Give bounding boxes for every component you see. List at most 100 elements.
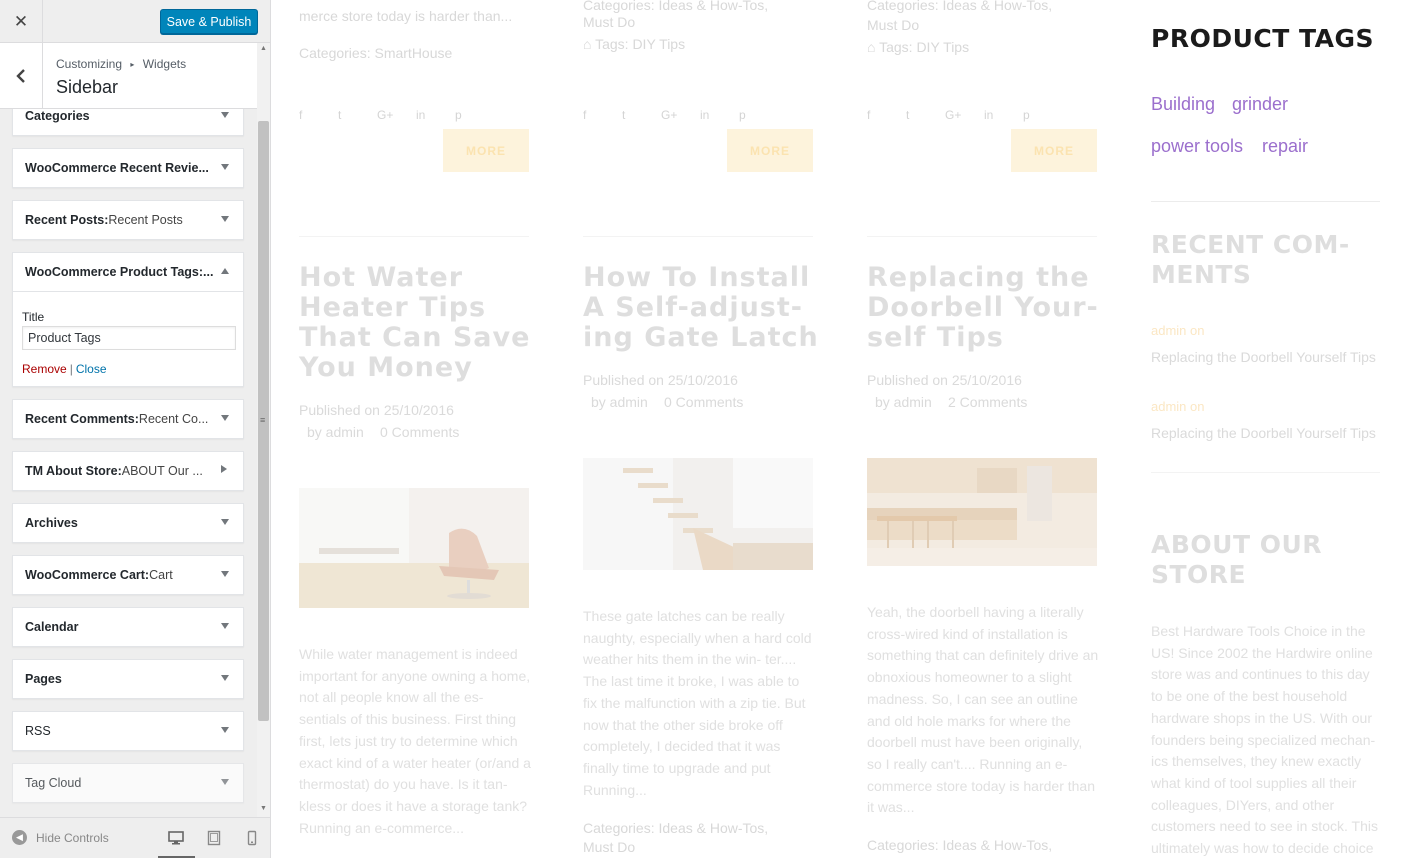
tag-grinder[interactable]: grinder: [1232, 94, 1288, 115]
post-comments[interactable]: 0 Comments: [664, 391, 743, 413]
post-comments[interactable]: 2 Comments: [948, 391, 1027, 413]
widget-header[interactable]: Tag Cloud: [13, 764, 243, 802]
widget-header[interactable]: WooCommerce Recent Revie...: [13, 149, 243, 187]
widget-archives[interactable]: Archives: [12, 503, 244, 543]
widget-header[interactable]: WooCommerce Cart: Cart: [13, 556, 243, 594]
tablet-icon[interactable]: [206, 830, 222, 846]
facebook-icon[interactable]: f: [583, 108, 622, 122]
widget-header[interactable]: RSS: [13, 712, 243, 750]
widget-rss[interactable]: RSS: [12, 711, 244, 751]
post-image-armchair[interactable]: [299, 488, 529, 608]
comment-post-link[interactable]: Replacing the Doorbell Yourself Tips: [1151, 349, 1376, 365]
more-button[interactable]: MORE: [443, 129, 529, 172]
chevron-down-icon[interactable]: [221, 623, 229, 629]
chevron-down-icon[interactable]: [221, 571, 229, 577]
facebook-icon[interactable]: f: [867, 108, 906, 122]
save-publish-button[interactable]: Save & Publish: [160, 9, 258, 34]
pinterest-icon[interactable]: p: [455, 108, 494, 122]
widget-recent-posts[interactable]: Recent Posts: Recent Posts: [12, 200, 244, 240]
widget-name: Recent Posts:: [25, 213, 109, 227]
back-icon[interactable]: [0, 43, 43, 109]
pinterest-icon[interactable]: p: [1023, 108, 1062, 122]
widget-header[interactable]: Archives: [13, 504, 243, 542]
tag-power-tools[interactable]: power tools: [1151, 136, 1243, 157]
post-categories-2[interactable]: Must Do: [583, 836, 635, 858]
chevron-down-icon[interactable]: [221, 164, 229, 170]
remove-link[interactable]: Remove: [22, 362, 67, 376]
chevron-up-icon[interactable]: [221, 268, 229, 274]
chevron-down-icon[interactable]: [221, 112, 229, 118]
chevron-down-icon[interactable]: [221, 519, 229, 525]
post-title[interactable]: How To Install A Self-adjust- ing Gate L…: [583, 263, 823, 353]
widget-categories[interactable]: Categories: [12, 109, 244, 136]
comment-author[interactable]: admin on: [1151, 399, 1204, 414]
twitter-icon[interactable]: t: [338, 108, 377, 122]
widget-calendar[interactable]: Calendar: [12, 607, 244, 647]
post-categories[interactable]: Categories: SmartHouse: [299, 42, 452, 64]
breadcrumb-separator: ▸: [130, 60, 135, 69]
resize-grip-icon[interactable]: ≡: [260, 415, 265, 425]
widget-woo-product-tags[interactable]: WooCommerce Product Tags:... Title Remov…: [12, 252, 244, 387]
post-excerpt: These gate latches can be really naughty…: [583, 608, 812, 798]
chevron-down-icon[interactable]: [221, 216, 229, 222]
title-field[interactable]: [22, 326, 236, 350]
widget-woo-recent-reviews[interactable]: WooCommerce Recent Revie...: [12, 148, 244, 188]
comment-post-link[interactable]: Replacing the Doorbell Yourself Tips: [1151, 425, 1376, 441]
widget-woo-cart[interactable]: WooCommerce Cart: Cart: [12, 555, 244, 595]
close-link[interactable]: Close: [76, 362, 107, 376]
widget-header[interactable]: TM About Store: ABOUT Our ...: [13, 452, 243, 490]
post-image-kitchen[interactable]: [867, 458, 1097, 566]
widget-header[interactable]: WooCommerce Product Tags:...: [13, 253, 243, 291]
mobile-icon[interactable]: [244, 830, 260, 846]
facebook-icon[interactable]: f: [299, 108, 338, 122]
widget-header[interactable]: Pages: [13, 660, 243, 698]
about-store-text: Best Hardware Tools Choice in the US! Si…: [1151, 623, 1378, 857]
widget-header[interactable]: Calendar: [13, 608, 243, 646]
post-tags[interactable]: ⌂ Tags: DIY Tips: [867, 36, 969, 58]
post-comments[interactable]: 0 Comments: [380, 421, 459, 443]
twitter-icon[interactable]: t: [622, 108, 661, 122]
more-button[interactable]: MORE: [1011, 129, 1097, 172]
desktop-icon[interactable]: [168, 830, 184, 846]
pinterest-icon[interactable]: p: [739, 108, 778, 122]
chevron-down-icon[interactable]: [221, 415, 229, 421]
divider: [583, 236, 813, 237]
tag-repair[interactable]: repair: [1262, 136, 1308, 157]
post-image-stairs[interactable]: [583, 458, 813, 570]
more-button[interactable]: MORE: [727, 129, 813, 172]
linkedin-icon[interactable]: in: [416, 108, 455, 122]
hide-controls-button[interactable]: ◀ Hide Controls: [12, 830, 109, 845]
widget-header[interactable]: Recent Posts: Recent Posts: [13, 201, 243, 239]
chevron-down-icon[interactable]: [221, 727, 229, 733]
section-title: Sidebar: [56, 77, 119, 97]
widget-header[interactable]: Categories: [13, 109, 243, 135]
widget-tag-cloud[interactable]: Tag Cloud: [12, 763, 244, 803]
google-plus-icon[interactable]: G+: [945, 108, 984, 122]
scroll-up-arrow-icon[interactable]: ▲: [260, 45, 267, 52]
comment-author[interactable]: admin on: [1151, 323, 1204, 338]
google-plus-icon[interactable]: G+: [377, 108, 416, 122]
post-title[interactable]: Hot Water Heater Tips That Can Save You …: [299, 263, 539, 383]
post-author[interactable]: by admin: [591, 391, 648, 413]
widget-header[interactable]: Recent Comments: Recent Co...: [13, 400, 243, 438]
widget-recent-comments[interactable]: Recent Comments: Recent Co...: [12, 399, 244, 439]
post-categories[interactable]: Categories: Ideas & How-Tos,: [867, 834, 1052, 856]
post-author[interactable]: by admin: [307, 421, 364, 443]
tag-building[interactable]: Building: [1151, 94, 1215, 115]
post-title[interactable]: Replacing the Doorbell Your- self Tips: [867, 263, 1107, 353]
twitter-icon[interactable]: t: [906, 108, 945, 122]
linkedin-icon[interactable]: in: [984, 108, 1023, 122]
post-categories-2[interactable]: Must Do: [583, 11, 635, 33]
chevron-down-icon[interactable]: [221, 675, 229, 681]
close-icon[interactable]: ✕: [0, 0, 43, 43]
scroll-down-arrow-icon[interactable]: ▼: [260, 805, 267, 812]
chevron-down-icon[interactable]: [221, 779, 229, 785]
chevron-right-icon[interactable]: [221, 465, 227, 473]
post-tags[interactable]: ⌂ Tags: DIY Tips: [583, 33, 685, 55]
widget-about-store[interactable]: TM About Store: ABOUT Our ...: [12, 451, 244, 491]
linkedin-icon[interactable]: in: [700, 108, 739, 122]
widget-pages[interactable]: Pages: [12, 659, 244, 699]
post-author[interactable]: by admin: [875, 391, 932, 413]
post-categories-2[interactable]: Must Do: [867, 14, 919, 36]
google-plus-icon[interactable]: G+: [661, 108, 700, 122]
